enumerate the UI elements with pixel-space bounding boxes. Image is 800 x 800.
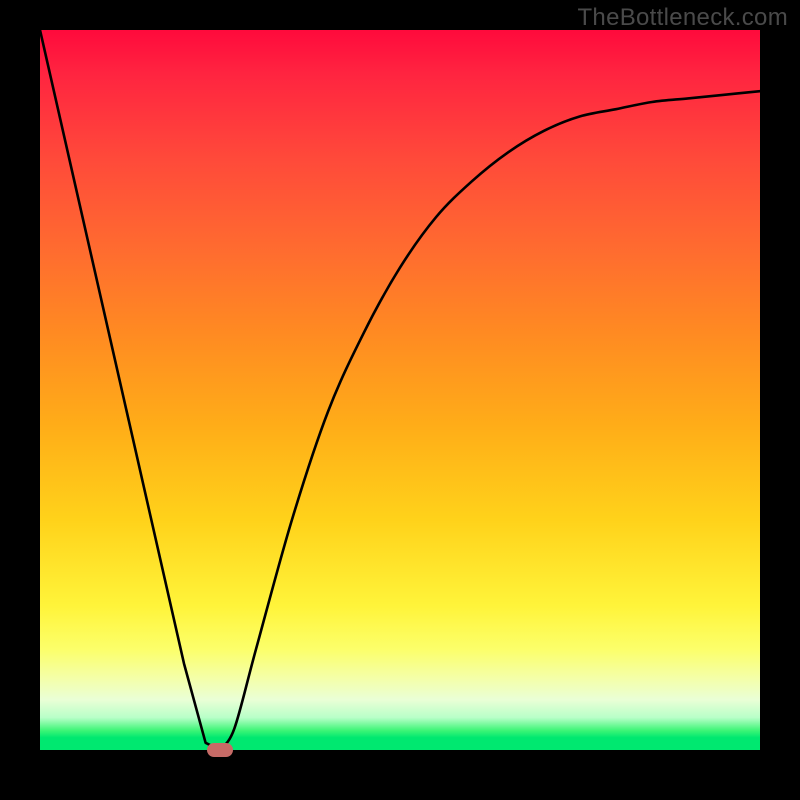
chart-frame: TheBottleneck.com [0,0,800,800]
bottleneck-curve [40,30,760,750]
optimal-marker [207,743,233,757]
curve-svg [40,30,760,750]
watermark-text: TheBottleneck.com [577,4,788,32]
plot-area [40,30,760,750]
